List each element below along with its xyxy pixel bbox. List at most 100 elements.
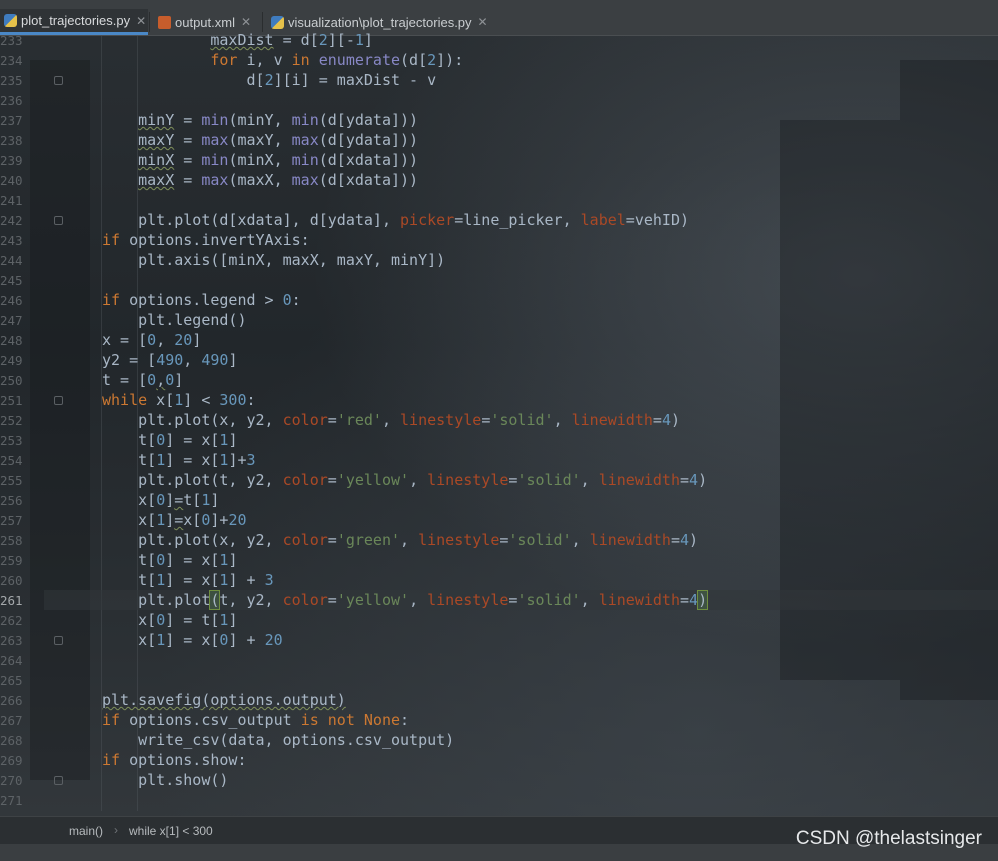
code-line[interactable]: if options.legend > 0:: [66, 290, 301, 310]
code-token: =: [174, 171, 202, 189]
code-line[interactable]: x[0] = t[1]: [66, 610, 237, 630]
code-line[interactable]: if options.csv_output is not None:: [66, 710, 409, 730]
code-line[interactable]: [66, 670, 102, 690]
code-token: ] = x[: [165, 431, 220, 449]
code-token: 0: [165, 371, 175, 389]
code-token: 'green': [336, 531, 401, 549]
close-icon[interactable]: ✕: [478, 15, 488, 29]
code-line[interactable]: t = [0,0]: [66, 370, 183, 390]
code-token: (d[: [400, 51, 428, 69]
code-token: t[: [102, 431, 157, 449]
code-token: maxX: [138, 171, 175, 189]
code-token: 'yellow': [336, 471, 410, 489]
code-line[interactable]: x[0]=t[1]: [66, 490, 219, 510]
code-token: 0: [156, 551, 166, 569]
code-line[interactable]: for i, v in enumerate(d[2]):: [66, 50, 463, 70]
code-token: t[: [183, 491, 202, 509]
code-token: x[: [102, 511, 157, 529]
code-line[interactable]: plt.axis([minX, maxX, maxY, minY]): [66, 250, 445, 270]
code-token: max: [201, 131, 229, 149]
code-token: min: [291, 151, 319, 169]
code-line[interactable]: t[0] = x[1]: [66, 550, 237, 570]
code-line[interactable]: plt.plot(d[xdata], d[ydata], picker=line…: [66, 210, 689, 230]
code-line[interactable]: t[0] = x[1]: [66, 430, 237, 450]
code-token: color: [282, 591, 328, 609]
code-token: for: [210, 51, 238, 69]
code-line[interactable]: x = [0, 20]: [66, 330, 201, 350]
code-token: 'solid': [517, 591, 581, 609]
code-line[interactable]: plt.legend(): [66, 310, 246, 330]
code-token: =: [327, 411, 337, 429]
code-line[interactable]: plt.plot(t, y2, color='yellow', linestyl…: [44, 590, 998, 610]
code-token: max: [201, 171, 229, 189]
code-token: 490: [201, 351, 229, 369]
code-line[interactable]: maxX = max(maxX, max(d[xdata])): [66, 170, 418, 190]
code-token: 20: [264, 631, 283, 649]
code-token: (maxY,: [228, 131, 292, 149]
code-line[interactable]: if options.invertYAxis:: [66, 230, 310, 250]
code-line[interactable]: t[1] = x[1] + 3: [66, 570, 273, 590]
code-editor[interactable]: maxDist = d[2][-1] for i, v in enumerate…: [0, 31, 998, 816]
code-token: 0: [147, 331, 157, 349]
code-token: 'solid': [508, 531, 572, 549]
tab-label: plot_trajectories.py: [21, 13, 131, 28]
code-token: ] = t[: [165, 611, 220, 629]
code-line[interactable]: plt.savefig(options.output): [66, 690, 346, 710]
code-line[interactable]: y2 = [490, 490]: [66, 350, 237, 370]
code-token: max: [291, 171, 319, 189]
code-line[interactable]: plt.show(): [66, 770, 228, 790]
code-token: 0: [282, 291, 292, 309]
code-line[interactable]: [66, 270, 102, 290]
code-token: i, v: [237, 51, 292, 69]
close-icon[interactable]: ✕: [241, 15, 251, 29]
code-line[interactable]: x[1] = x[0] + 20: [66, 630, 283, 650]
code-token: ,: [580, 471, 599, 489]
code-line[interactable]: minX = min(minX, min(d[xdata])): [66, 150, 418, 170]
tab-label: visualization\plot_trajectories.py: [288, 14, 472, 30]
code-line[interactable]: plt.plot(x, y2, color='green', linestyle…: [66, 530, 698, 550]
code-line[interactable]: plt.plot(x, y2, color='red', linestyle='…: [66, 410, 680, 430]
code-token: =: [670, 531, 680, 549]
code-line[interactable]: t[1] = x[1]+3: [66, 450, 255, 470]
code-line[interactable]: if options.show:: [66, 750, 247, 770]
code-token: ]+: [210, 511, 229, 529]
code-token: ,: [156, 331, 175, 349]
breadcrumb-separator: ›: [114, 823, 118, 837]
breadcrumb-item-main[interactable]: main(): [69, 824, 103, 838]
code-line[interactable]: plt.plot(t, y2, color='yellow', linestyl…: [66, 470, 707, 490]
code-token: 4: [689, 471, 699, 489]
code-line[interactable]: [66, 90, 102, 110]
code-token: enumerate: [318, 51, 401, 69]
code-token: ] +: [228, 571, 265, 589]
code-line[interactable]: maxY = max(maxY, max(d[ydata])): [66, 130, 418, 150]
code-line[interactable]: [66, 790, 102, 810]
close-icon[interactable]: ✕: [136, 14, 146, 28]
code-line[interactable]: minY = min(minY, min(d[ydata])): [66, 110, 418, 130]
code-token: 4: [680, 531, 690, 549]
code-token: maxY: [138, 131, 175, 149]
code-token: 1: [156, 511, 166, 529]
code-line[interactable]: while x[1] < 300:: [66, 390, 256, 410]
code-token: (d[ydata])): [318, 131, 419, 149]
code-token: minY: [138, 111, 175, 129]
code-line[interactable]: write_csv(data, options.csv_output): [66, 730, 454, 750]
code-line[interactable]: x[1]=x[0]+20: [66, 510, 246, 530]
code-token: =: [652, 411, 662, 429]
code-token: x[: [102, 491, 157, 509]
code-token: 1: [156, 451, 166, 469]
code-line[interactable]: [66, 650, 102, 670]
code-token: ,: [409, 471, 428, 489]
code-line[interactable]: [66, 190, 102, 210]
code-token: ]: [363, 31, 373, 49]
code-token: 1: [174, 391, 184, 409]
code-token: (d[xdata])): [318, 151, 419, 169]
code-token: if: [102, 291, 121, 309]
code-line[interactable]: maxDist = d[2][-1]: [66, 30, 373, 50]
code-line[interactable]: d[2][i] = maxDist - v: [66, 70, 436, 90]
code-token: =: [174, 111, 202, 129]
code-token: 2: [427, 51, 437, 69]
breadcrumb-item-while[interactable]: while x[1] < 300: [129, 824, 213, 838]
